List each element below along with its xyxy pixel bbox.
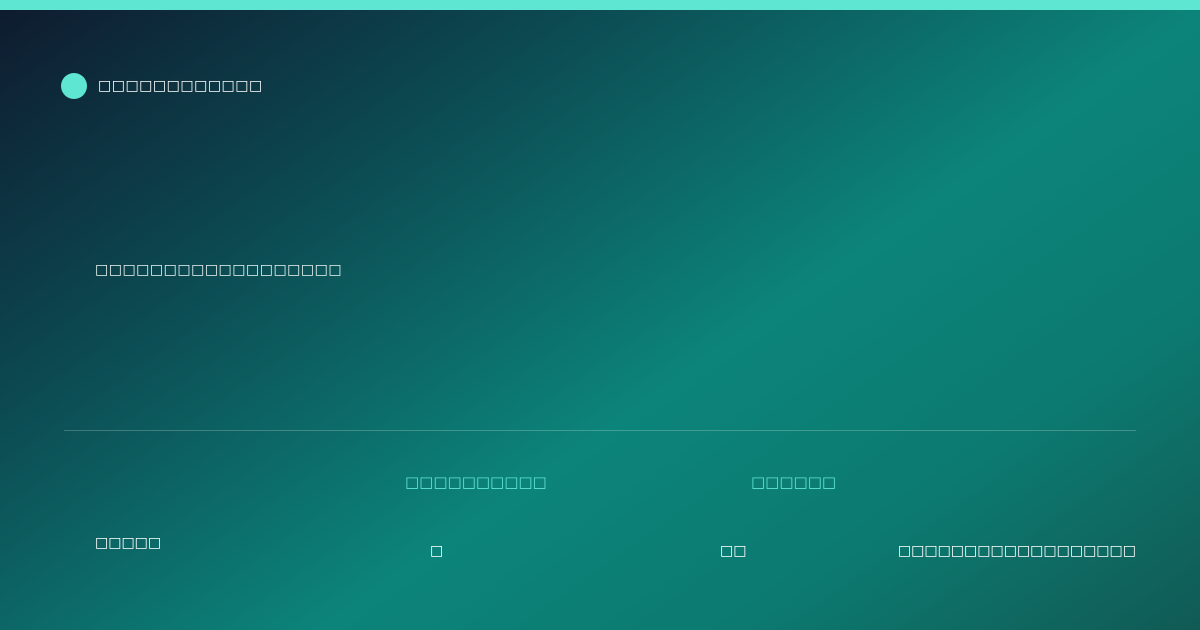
footer-column-value-1: □ xyxy=(430,543,444,559)
footer-column-heading-2: □□□□□□ xyxy=(751,473,837,491)
footer-column-heading-1: □□□□□□□□□□ xyxy=(405,473,547,491)
brand-circle-icon xyxy=(61,73,87,99)
brand-logo: □□□□□□□□□□□□ xyxy=(61,73,263,99)
hero-tagline: □□□□□□□□□□□□□□□□□□ xyxy=(95,262,343,278)
brand-name: □□□□□□□□□□□□ xyxy=(98,78,263,94)
footer-column-value-2: □□ xyxy=(720,543,747,559)
footer-left-label: □□□□□ xyxy=(95,535,162,551)
footer-right-value: □□□□□□□□□□□□□□□□□□ xyxy=(897,543,1136,559)
top-accent-bar xyxy=(0,0,1200,10)
footer-divider xyxy=(64,430,1136,431)
